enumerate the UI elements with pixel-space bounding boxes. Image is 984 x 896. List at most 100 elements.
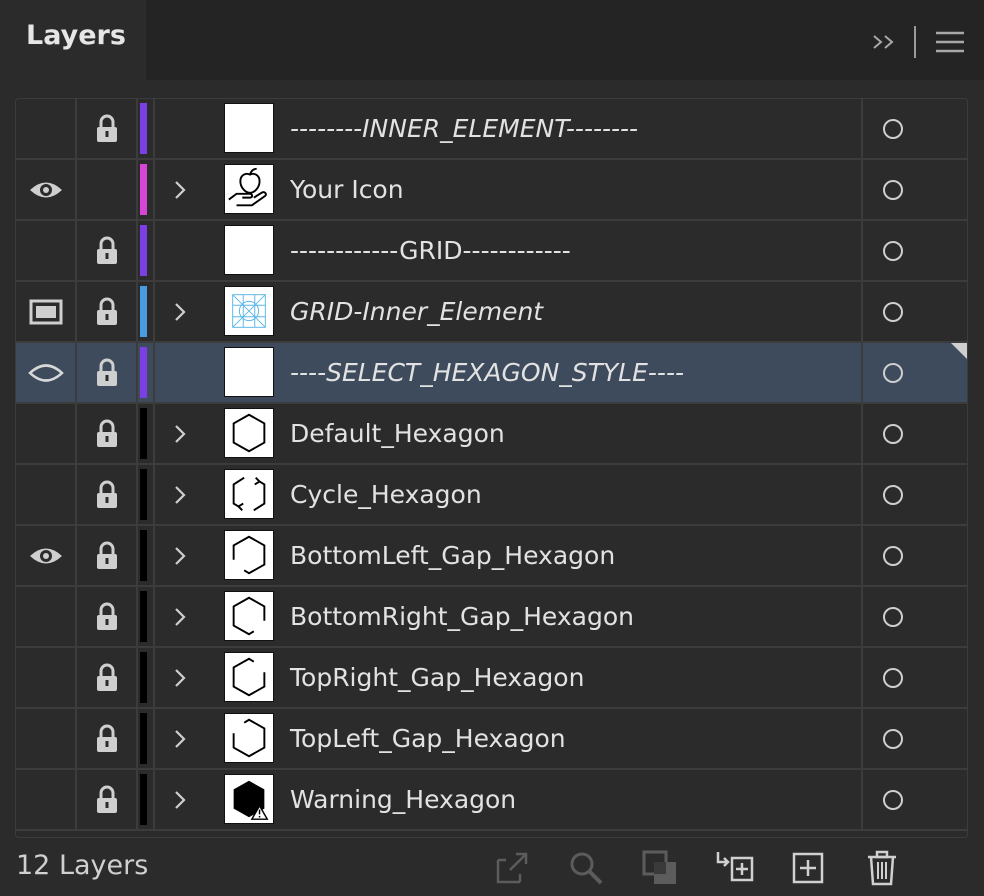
- target-toggle[interactable]: [863, 587, 923, 646]
- lock-toggle[interactable]: [77, 526, 138, 585]
- target-toggle[interactable]: [863, 221, 923, 280]
- layer-thumbnail: [224, 103, 274, 153]
- target-toggle[interactable]: [863, 465, 923, 524]
- expand-toggle[interactable]: [162, 526, 198, 585]
- layer-thumbnail: [224, 347, 274, 397]
- target-toggle[interactable]: [863, 526, 923, 585]
- visibility-toggle[interactable]: [16, 709, 77, 768]
- target-toggle[interactable]: [863, 404, 923, 463]
- lock-toggle[interactable]: [77, 343, 138, 402]
- target-toggle[interactable]: [863, 343, 923, 402]
- layer-color-swatch: [140, 347, 147, 398]
- target-circle-icon: [883, 240, 903, 261]
- target-toggle[interactable]: [863, 648, 923, 707]
- trash-icon[interactable]: [860, 846, 904, 890]
- visibility-toggle[interactable]: [16, 282, 77, 341]
- expand-toggle[interactable]: [162, 465, 198, 524]
- layer-row[interactable]: BottomLeft_Gap_Hexagon: [16, 526, 967, 587]
- chevron-right-icon: [173, 545, 187, 567]
- layer-name[interactable]: BottomRight_Gap_Hexagon: [290, 587, 860, 646]
- layer-name[interactable]: ------------GRID------------: [290, 221, 860, 280]
- layers-list[interactable]: --------INNER_ELEMENT-------- Your Icon --…: [15, 98, 968, 838]
- lock-toggle[interactable]: [77, 99, 138, 158]
- expand-toggle[interactable]: [162, 709, 198, 768]
- layer-row[interactable]: Cycle_Hexagon: [16, 465, 967, 526]
- lock-toggle[interactable]: [77, 160, 138, 219]
- expand-toggle[interactable]: [162, 404, 198, 463]
- layer-row[interactable]: Default_Hexagon: [16, 404, 967, 465]
- export-icon[interactable]: [490, 846, 534, 890]
- lock-toggle[interactable]: [77, 465, 138, 524]
- expand-toggle[interactable]: [162, 770, 198, 829]
- panel-menu-icon[interactable]: [934, 22, 966, 62]
- layer-name[interactable]: TopRight_Gap_Hexagon: [290, 648, 860, 707]
- visibility-toggle[interactable]: [16, 587, 77, 646]
- visibility-toggle[interactable]: [16, 160, 77, 219]
- layer-name[interactable]: --------INNER_ELEMENT--------: [290, 99, 860, 158]
- panel-tab-bar: Layers: [0, 0, 984, 80]
- target-circle-icon: [883, 789, 903, 810]
- layer-name[interactable]: Cycle_Hexagon: [290, 465, 860, 524]
- layer-color-swatch: [140, 164, 147, 215]
- target-toggle[interactable]: [863, 282, 923, 341]
- layer-row[interactable]: Your Icon: [16, 160, 967, 221]
- search-icon[interactable]: [564, 846, 608, 890]
- target-toggle[interactable]: [863, 709, 923, 768]
- layer-name[interactable]: Your Icon: [290, 160, 860, 219]
- layer-color-swatch: [140, 225, 147, 276]
- visibility-toggle[interactable]: [16, 99, 77, 158]
- lock-toggle[interactable]: [77, 709, 138, 768]
- layer-color-swatch: [140, 408, 147, 459]
- panel-footer: 12 Layers: [0, 840, 984, 896]
- chevron-right-icon: [173, 728, 187, 750]
- layer-name[interactable]: GRID-Inner_Element: [290, 282, 860, 341]
- layer-row[interactable]: ----SELECT_HEXAGON_STYLE----: [16, 343, 967, 404]
- new-sublayer-icon[interactable]: [712, 846, 756, 890]
- target-toggle[interactable]: [863, 99, 923, 158]
- layer-name[interactable]: Default_Hexagon: [290, 404, 860, 463]
- target-toggle[interactable]: [863, 770, 923, 829]
- lock-toggle[interactable]: [77, 770, 138, 829]
- layer-thumbnail: [224, 591, 274, 641]
- visibility-toggle[interactable]: [16, 526, 77, 585]
- visibility-toggle[interactable]: [16, 465, 77, 524]
- expand-toggle[interactable]: [162, 282, 198, 341]
- lock-icon: [95, 541, 119, 571]
- layer-row[interactable]: BottomRight_Gap_Hexagon: [16, 587, 967, 648]
- lock-toggle[interactable]: [77, 221, 138, 280]
- layer-row[interactable]: ------------GRID------------: [16, 221, 967, 282]
- target-toggle[interactable]: [863, 160, 923, 219]
- layer-name[interactable]: TopLeft_Gap_Hexagon: [290, 709, 860, 768]
- layer-name[interactable]: Warning_Hexagon: [290, 770, 860, 829]
- chevron-right-icon: [173, 179, 187, 201]
- layer-thumbnail: [224, 774, 274, 824]
- layer-row[interactable]: GRID-Inner_Element: [16, 282, 967, 343]
- visibility-toggle[interactable]: [16, 221, 77, 280]
- column-divider: [153, 526, 155, 585]
- expand-toggle[interactable]: [162, 160, 198, 219]
- expand-toggle[interactable]: [162, 587, 198, 646]
- lock-toggle[interactable]: [77, 282, 138, 341]
- clip-mask-icon[interactable]: [638, 846, 682, 890]
- lock-toggle[interactable]: [77, 404, 138, 463]
- chevron-right-icon: [173, 667, 187, 689]
- layer-row[interactable]: TopRight_Gap_Hexagon: [16, 648, 967, 709]
- visibility-toggle[interactable]: [16, 770, 77, 829]
- layer-name[interactable]: BottomLeft_Gap_Hexagon: [290, 526, 860, 585]
- visibility-toggle[interactable]: [16, 404, 77, 463]
- lock-toggle[interactable]: [77, 587, 138, 646]
- expand-toggle[interactable]: [162, 648, 198, 707]
- lock-icon: [95, 480, 119, 510]
- visibility-toggle[interactable]: [16, 648, 77, 707]
- layer-row[interactable]: --------INNER_ELEMENT--------: [16, 99, 967, 160]
- lock-icon: [95, 785, 119, 815]
- collapse-icon[interactable]: [868, 22, 902, 62]
- visibility-toggle[interactable]: [16, 343, 77, 402]
- new-layer-icon[interactable]: [786, 846, 830, 890]
- expand-toggle: [162, 343, 198, 402]
- layer-row[interactable]: TopLeft_Gap_Hexagon: [16, 709, 967, 770]
- layer-row[interactable]: Warning_Hexagon: [16, 770, 967, 831]
- lock-toggle[interactable]: [77, 648, 138, 707]
- layer-name[interactable]: ----SELECT_HEXAGON_STYLE----: [290, 343, 860, 402]
- tab-layers[interactable]: Layers: [0, 0, 146, 80]
